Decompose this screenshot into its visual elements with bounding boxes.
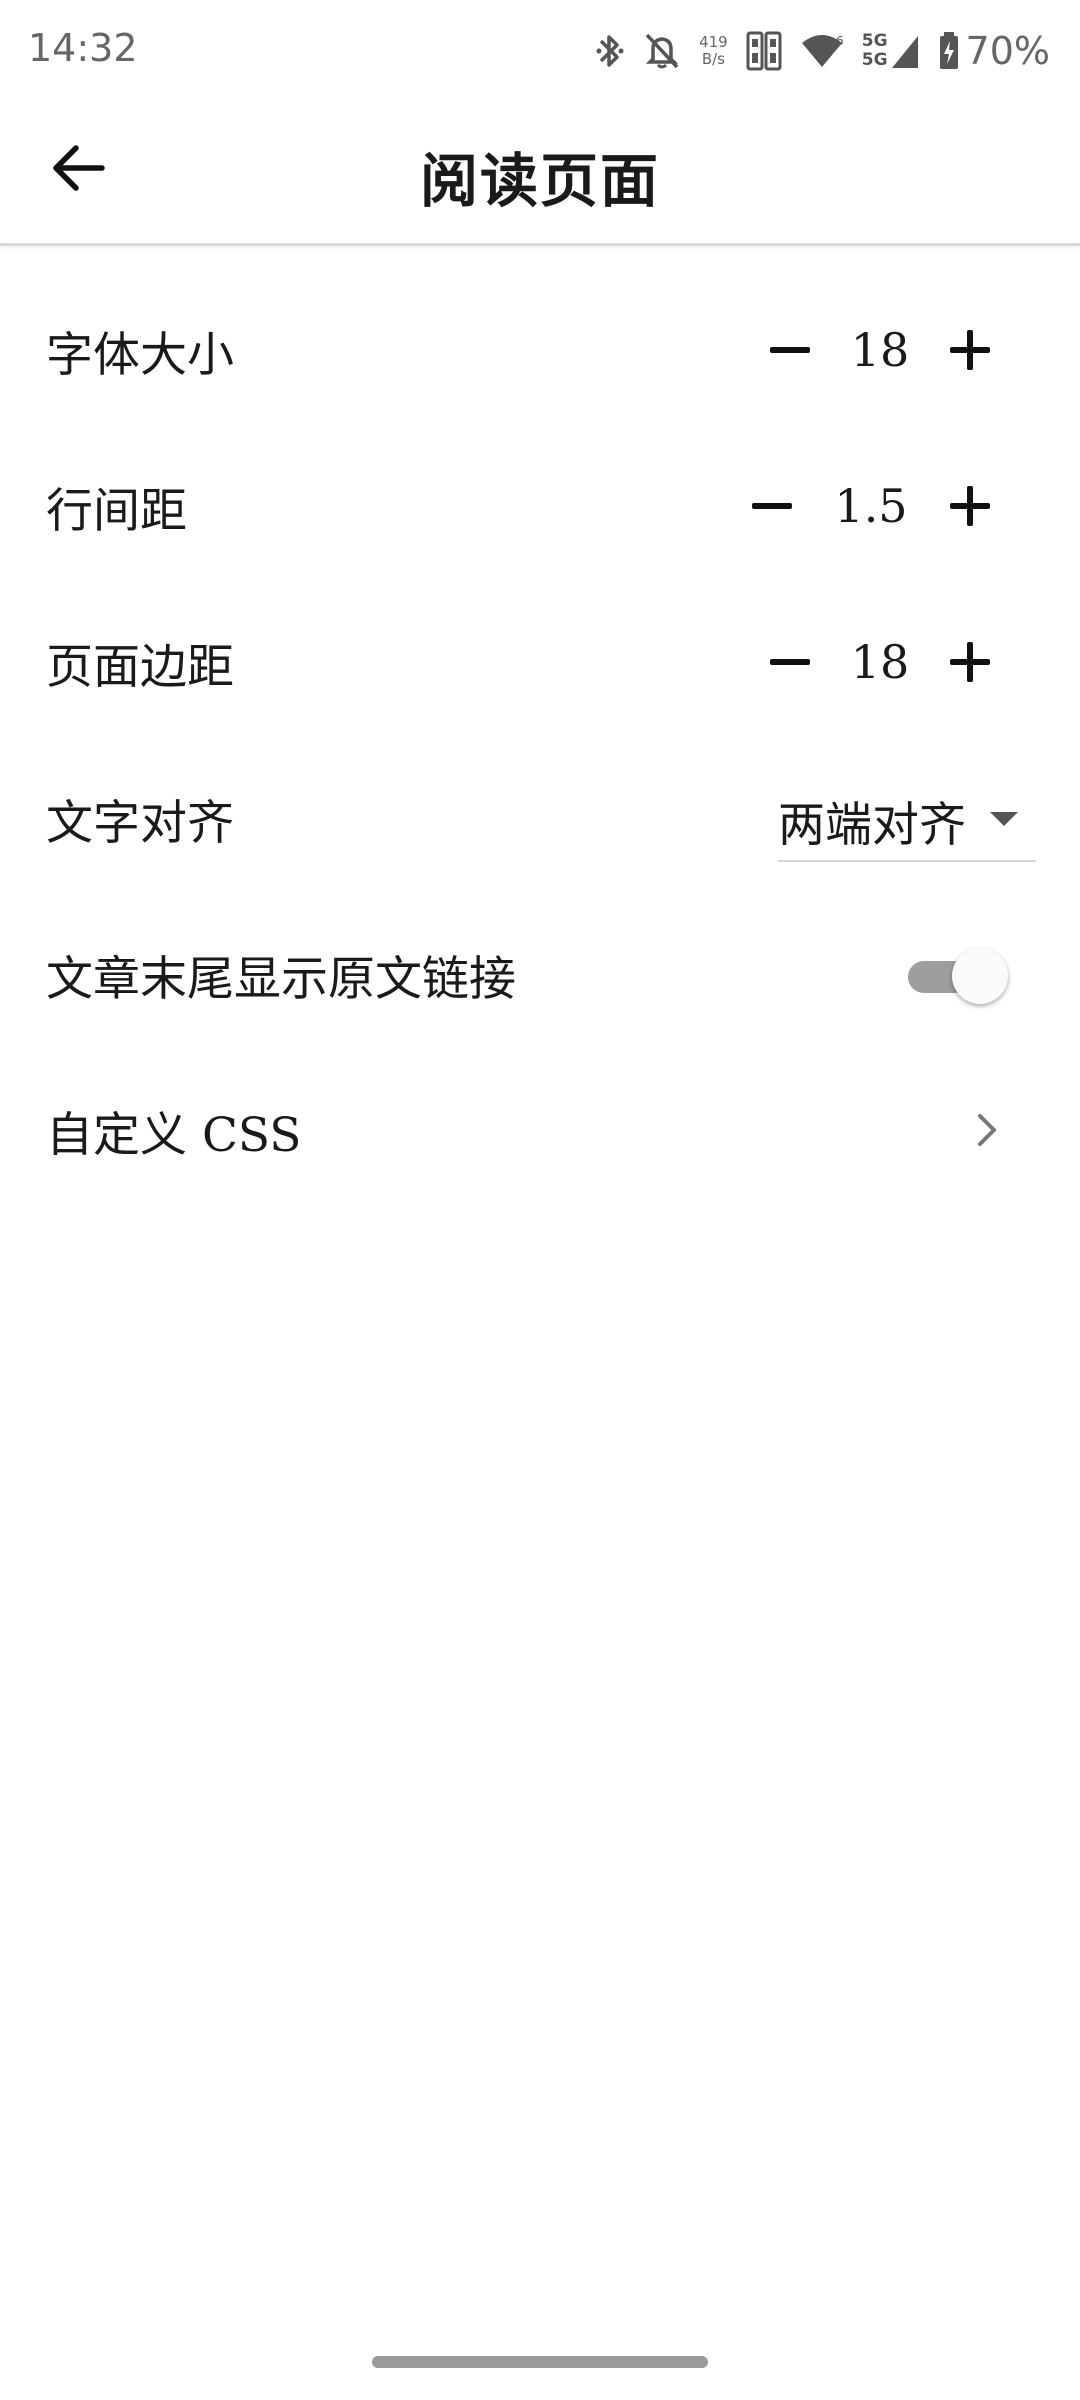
- gesture-navigation-bar[interactable]: [372, 2356, 708, 2368]
- cellular-signal-icon: [891, 36, 918, 68]
- page-margin-increase-button[interactable]: [940, 632, 1000, 692]
- line-spacing-decrease-button[interactable]: [742, 476, 802, 536]
- line-spacing-increase-button[interactable]: [940, 476, 1000, 536]
- network-speed-value: 419: [699, 33, 728, 51]
- bluetooth-icon: [596, 35, 624, 67]
- svg-text:6: 6: [836, 34, 844, 48]
- font-size-stepper: 18: [760, 272, 1000, 428]
- setting-line-spacing: 行间距 1.5: [0, 428, 1080, 584]
- page-title: 阅读页面: [419, 147, 660, 215]
- line-spacing-stepper: 1.5: [742, 428, 1000, 584]
- page-margin-label: 页面边距: [46, 639, 234, 695]
- status-icons: 419 B/s 6 5G 5G 70%: [595, 26, 1050, 76]
- network-speed: 419 B/s: [699, 34, 728, 68]
- setting-font-size: 字体大小 18: [0, 272, 1080, 428]
- dropdown-arrow-icon: [990, 812, 1018, 826]
- status-bar: 14:32 419 B/s 6 5G 5G 70%: [0, 0, 1080, 100]
- reading-settings-screen: 14:32 419 B/s 6 5G 5G 70% 阅读页面 字体大小 18 行…: [0, 0, 1080, 2400]
- text-align-selected: 两端对齐: [778, 797, 966, 853]
- setting-show-source-link[interactable]: 文章末尾显示原文链接: [0, 896, 1080, 1052]
- setting-custom-css[interactable]: 自定义 CSS: [0, 1052, 1080, 1208]
- custom-css-label: 自定义 CSS: [46, 1107, 302, 1163]
- font-size-label: 字体大小: [46, 327, 234, 383]
- app-bar: 阅读页面: [0, 100, 1080, 246]
- battery-charging-icon: [939, 32, 958, 69]
- network-speed-unit: B/s: [701, 50, 725, 68]
- show-source-link-label: 文章末尾显示原文链接: [46, 951, 516, 1007]
- text-align-label: 文字对齐: [46, 795, 234, 851]
- font-size-decrease-button[interactable]: [760, 320, 820, 380]
- chevron-right-icon: [978, 1114, 996, 1146]
- toggle-thumb: [952, 948, 1008, 1004]
- font-size-value: 18: [850, 323, 910, 377]
- battery-status: 70%: [938, 29, 1050, 73]
- setting-page-margin: 页面边距 18: [0, 584, 1080, 740]
- status-time: 14:32: [28, 26, 138, 70]
- notifications-off-icon: [645, 33, 679, 69]
- show-source-link-toggle[interactable]: [904, 948, 1008, 1004]
- battery-percent: 70%: [965, 29, 1050, 73]
- page-margin-stepper: 18: [760, 584, 1000, 740]
- signal-label-top: 5G: [861, 31, 888, 51]
- signal-label-bottom: 5G: [861, 50, 888, 70]
- font-size-increase-button[interactable]: [940, 320, 1000, 380]
- line-spacing-value: 1.5: [834, 479, 908, 533]
- sim-card-icon: [746, 31, 782, 71]
- line-spacing-label: 行间距: [46, 483, 187, 539]
- setting-text-align: 文字对齐 两端对齐: [0, 740, 1080, 896]
- text-align-dropdown[interactable]: 两端对齐: [778, 780, 1036, 862]
- cellular-signal: 5G 5G: [862, 32, 920, 70]
- page-margin-value: 18: [850, 635, 910, 689]
- page-margin-decrease-button[interactable]: [760, 632, 820, 692]
- wifi-icon: 6: [801, 34, 844, 67]
